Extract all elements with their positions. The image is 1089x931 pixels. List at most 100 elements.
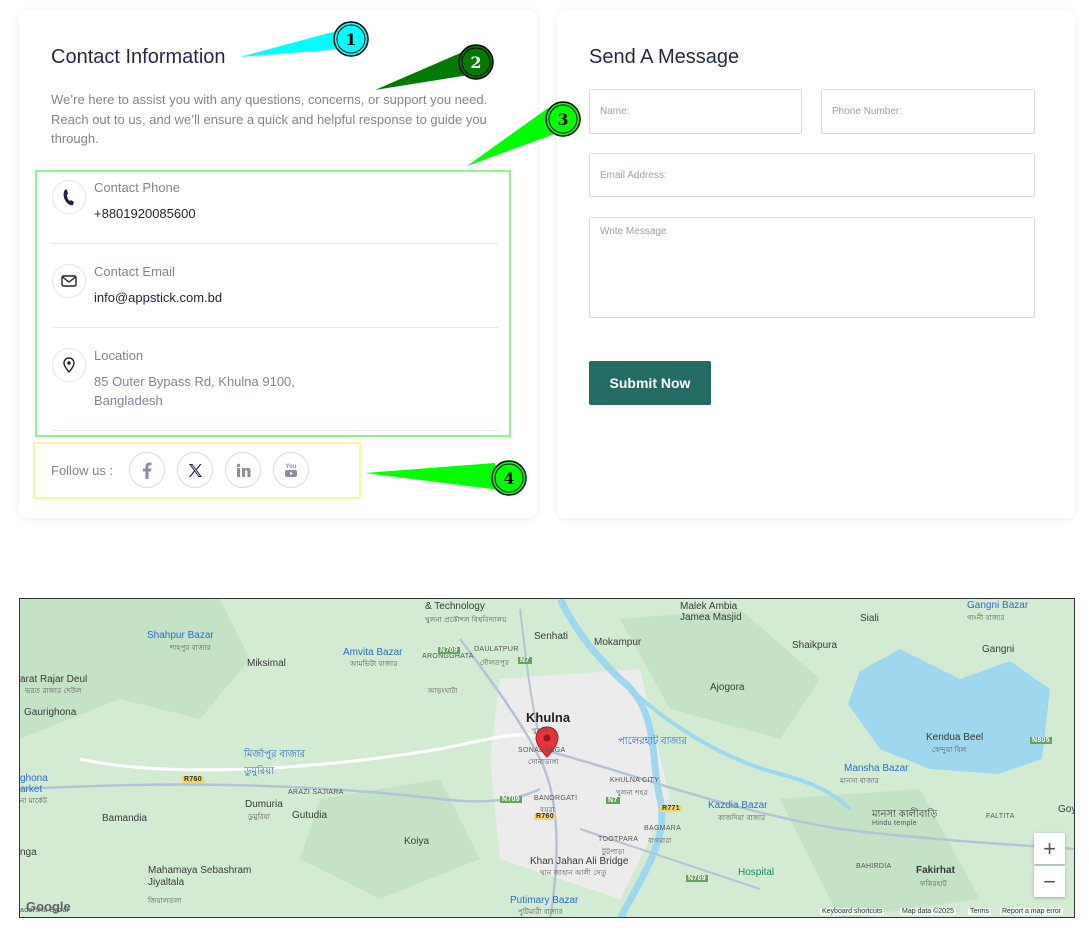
linkedin-icon[interactable] [225, 452, 261, 488]
road-shield: N709 [438, 647, 460, 654]
contact-title: Contact Information [51, 46, 226, 68]
submit-button[interactable]: Submit Now [589, 361, 711, 405]
map-label: Khulna [526, 710, 571, 725]
road-shield: N709 [500, 796, 522, 803]
map-label: Ajogora [710, 682, 745, 693]
map-label: মানসা বাজার [840, 778, 879, 785]
location-pin-icon [52, 348, 86, 382]
map-label: nga [20, 847, 37, 858]
divider [52, 243, 498, 244]
map-label: Dumuria [245, 799, 283, 810]
map-label: শাহপুর বাজার [170, 645, 211, 652]
phone-icon [52, 180, 86, 214]
road-shield: N7 [518, 657, 532, 664]
map-label: খুলনা প্রকৌশল বিশ্ববিদ্যালয় [425, 617, 507, 624]
follow-us-box: Follow us : You [33, 442, 361, 499]
map-label: Kendua Beel [926, 732, 984, 743]
map-label: Hospital [738, 867, 775, 878]
map-label: Amvita Bazar [343, 647, 403, 658]
map-label: arket [20, 784, 43, 795]
phone-input[interactable] [821, 89, 1035, 134]
map-label: ফকিরহাট [920, 881, 947, 888]
map-label: Senhati [534, 631, 568, 642]
map-label: Putimary Bazar [510, 895, 579, 906]
map-label: KHULNA CITY [610, 777, 660, 784]
map-label: Mansha Bazar [844, 763, 909, 774]
map-label: Hindu temple [872, 820, 917, 827]
name-input[interactable] [589, 89, 802, 134]
map-label: Gutudia [292, 810, 328, 821]
map-label: TOOTPARA [598, 836, 639, 843]
map-label: ghona [20, 773, 48, 784]
terms-link[interactable]: Terms [968, 908, 992, 915]
map-label: মির্জাপুর বাজার ডুমুরিয়া [244, 749, 306, 777]
map-label: BAHIRDIA [856, 863, 892, 870]
send-message-card: Send A Message Submit Now [557, 10, 1075, 518]
map-label: ভরত রাজার দেউল [25, 688, 82, 695]
map-label: Khan Jahan Ali Bridge [530, 856, 629, 867]
map-label: Fakirhat [916, 865, 955, 876]
contact-description: We’re here to assist you with any questi… [51, 92, 488, 146]
x-icon[interactable] [177, 452, 213, 488]
road-shield: R760 [534, 813, 556, 820]
keyboard-shortcuts-link[interactable]: Keyboard shortcuts [820, 908, 885, 915]
map-label: বাগমারা [648, 838, 672, 845]
message-title: Send A Message [589, 46, 740, 68]
map-label: Kazdia Bazar [708, 800, 768, 811]
contact-email-value[interactable]: info@appstick.com.bd [94, 290, 222, 305]
map-label: Siali [860, 613, 879, 624]
youtube-icon[interactable]: You [273, 452, 309, 488]
map-label: ARAZI SAJIARA [288, 789, 344, 796]
map-label: কেন্দুয়া বিল [932, 747, 967, 754]
map-label: FALTITA [986, 813, 1015, 820]
map-label: Shaikpura [792, 640, 838, 651]
map-label: পুটিমারী বাজার [518, 909, 563, 916]
contact-info-card: Contact Information We’re here to assist… [19, 10, 537, 518]
contact-location-label: Location [94, 348, 144, 363]
divider [52, 327, 498, 328]
zoom-in-button[interactable]: + [1034, 833, 1065, 864]
map-label: Goy [1058, 804, 1075, 815]
follow-label: Follow us : [51, 463, 114, 478]
google-logo[interactable]: Google [26, 899, 71, 914]
map-label: Bamandia [102, 813, 148, 824]
road-shield: N709 [686, 875, 708, 882]
road-shield: R771 [660, 805, 682, 812]
email-input[interactable] [589, 153, 1035, 197]
google-map[interactable]: & Technology খুলনা প্রকৌশল বিশ্ববিদ্যালয… [19, 598, 1075, 918]
mail-icon [52, 264, 86, 298]
map-label: আমভিটা বাজার [350, 661, 398, 668]
map-label: SONADANGA [518, 747, 566, 754]
map-label: Koiya [404, 836, 430, 847]
map-label: Mokampur [594, 637, 642, 648]
zoom-out-button[interactable]: − [1034, 866, 1065, 897]
divider [52, 430, 498, 431]
facebook-icon[interactable] [129, 452, 165, 488]
road-shield: R760 [182, 776, 204, 783]
map-label: গাংনী বাজার [967, 615, 1005, 622]
map-label: DAULATPUR [474, 646, 519, 653]
map-label: Malek Ambia Jamea Masjid [680, 601, 742, 623]
map-label: খুলনা শহর [616, 790, 648, 797]
map-label: সোনাডাঙ্গা [528, 759, 559, 766]
report-map-error-link[interactable]: Report a map error [1000, 908, 1064, 915]
map-label: জিয়ালতলা [148, 898, 182, 905]
map-label: না মার্কেট [20, 798, 48, 805]
contact-email-label: Contact Email [94, 264, 175, 279]
map-label: Shahpur Bazar [147, 630, 214, 641]
map-label: কাজদিয়া বাজার [718, 815, 766, 822]
map-label: আড়ংঘাটা [428, 688, 458, 695]
map-label: ডুমুরিয়া [248, 814, 271, 821]
road-shield: N805 [1030, 737, 1052, 744]
map-label: দৌলতপুর [480, 660, 510, 667]
map-label: Mahamaya Sebashram Jiyaltala [148, 865, 252, 888]
road-shield: N7 [606, 797, 620, 804]
contact-phone-value[interactable]: +8801920085600 [94, 206, 196, 221]
contact-location-value: 85 Outer Bypass Rd, Khulna 9100, Banglad… [94, 374, 295, 408]
svg-text:You: You [286, 464, 297, 470]
map-label: Gaurighona [24, 707, 77, 718]
message-textarea[interactable] [589, 217, 1035, 318]
map-label: খান জাহান আলী সেতু [540, 870, 607, 877]
map-label: পালেরহাট বাজার [618, 736, 687, 747]
contact-phone-label: Contact Phone [94, 180, 181, 195]
